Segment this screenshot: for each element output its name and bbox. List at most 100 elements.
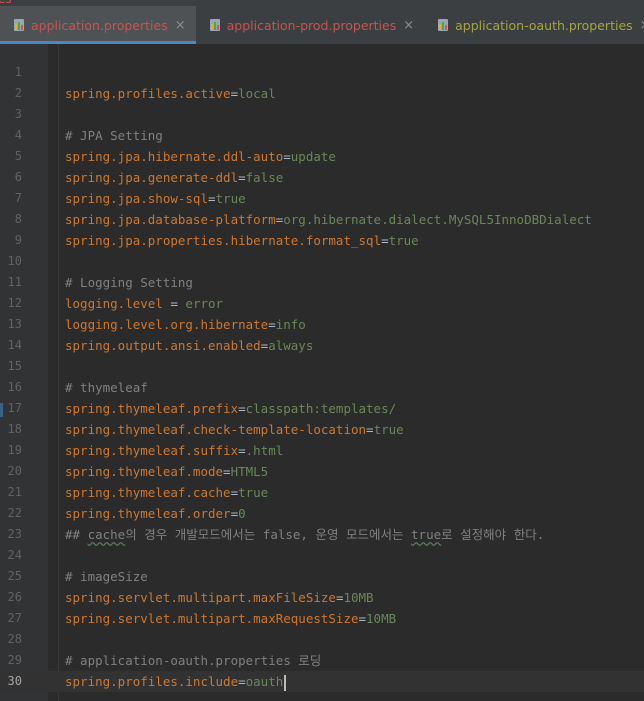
property-separator: = (238, 674, 246, 689)
code-line[interactable]: 27 spring.servlet.multipart.maxRequestSiz… (0, 608, 644, 629)
line-content[interactable]: # JPA Setting (65, 125, 163, 146)
line-content[interactable]: # imageSize (65, 566, 148, 587)
property-value: true (373, 422, 404, 437)
tab-3[interactable]: application-oauth.properties × (424, 6, 644, 44)
property-separator: = (381, 233, 389, 248)
code-line[interactable]: 5 spring.jpa.hibernate.ddl-auto=update (0, 146, 644, 167)
code-line[interactable]: 24 (0, 545, 644, 566)
tab-1[interactable]: application.properties × (0, 6, 196, 44)
code-line[interactable]: 28 (0, 629, 644, 650)
line-number: 30 (0, 671, 22, 692)
line-content[interactable]: spring.thymeleaf.mode=HTML5 (65, 461, 268, 482)
line-content[interactable]: spring.thymeleaf.order=0 (65, 503, 246, 524)
code-line[interactable]: 15 (0, 356, 644, 377)
line-number: 18 (7, 422, 22, 436)
line-number: 21 (7, 485, 22, 499)
code-line[interactable]: 14 spring.output.ansi.enabled=always (0, 335, 644, 356)
comment-text: 의 경우 개발모드에서는 false, 운영 모드에서는 (125, 527, 412, 542)
property-key: spring.jpa.generate-ddl (65, 170, 239, 185)
comment-text: # imageSize (65, 569, 148, 584)
line-content[interactable]: # Logging Setting (65, 272, 193, 293)
line-content[interactable]: spring.profiles.include=oauth (65, 671, 287, 692)
line-number: 11 (7, 275, 22, 289)
code-line[interactable]: 21 spring.thymeleaf.cache=true (0, 482, 644, 503)
line-content[interactable]: spring.servlet.multipart.maxRequestSize=… (65, 608, 396, 629)
line-number: 20 (7, 464, 22, 478)
code-line[interactable]: 1 (0, 62, 644, 83)
code-line[interactable]: 30 spring.profiles.include=oauth (0, 671, 644, 692)
line-content[interactable]: # application-oauth.properties 로딩 (65, 650, 321, 671)
property-separator: = (230, 506, 239, 521)
property-key: spring.jpa.properties.hibernate.format_s… (65, 233, 382, 248)
close-icon[interactable]: × (175, 18, 186, 33)
line-content[interactable]: spring.servlet.multipart.maxFileSize=10M… (65, 587, 374, 608)
property-value: .html (245, 443, 284, 458)
line-content[interactable]: logging.level.org.hibernate=info (65, 314, 306, 335)
code-line[interactable]: 16 # thymeleaf (0, 377, 644, 398)
code-line[interactable]: 17 spring.thymeleaf.prefix=classpath:temp… (0, 398, 644, 419)
code-line[interactable]: 26 spring.servlet.multipart.maxFileSize=1… (0, 587, 644, 608)
property-separator: = (238, 170, 246, 185)
line-content[interactable]: spring.output.ansi.enabled=always (65, 335, 313, 356)
code-line[interactable]: 4 # JPA Setting (0, 125, 644, 146)
property-separator: = (238, 401, 246, 416)
property-value: 10MB (343, 590, 374, 605)
code-line[interactable]: 18 spring.thymeleaf.check-template-locati… (0, 419, 644, 440)
property-value: local (238, 86, 276, 101)
line-content[interactable]: ## cache의 경우 개발모드에서는 false, 운영 모드에서는 tru… (65, 524, 544, 545)
comment-text: # JPA Setting (65, 128, 163, 143)
line-number: 12 (7, 296, 22, 310)
line-content[interactable]: spring.thymeleaf.prefix=classpath:templa… (65, 398, 396, 419)
line-content[interactable]: spring.jpa.properties.hibernate.format_s… (65, 230, 419, 251)
close-icon[interactable]: × (403, 18, 414, 33)
code-line[interactable]: 25 # imageSize (0, 566, 644, 587)
property-value: error (185, 296, 224, 311)
line-content[interactable]: spring.jpa.generate-ddl=false (65, 167, 283, 188)
property-key: spring.servlet.multipart.maxRequestSize (65, 611, 359, 626)
property-value: 10MB (366, 611, 397, 626)
close-icon[interactable]: × (640, 18, 644, 33)
code-line[interactable]: 10 (0, 251, 644, 272)
code-line[interactable]: 8 spring.jpa.database-platform=org.hibern… (0, 209, 644, 230)
property-key: spring.thymeleaf.mode (65, 464, 224, 479)
code-line[interactable]: 22 spring.thymeleaf.order=0 (0, 503, 644, 524)
line-number: 16 (7, 380, 22, 394)
property-key: logging.level (65, 296, 163, 311)
comment-text: # thymeleaf (65, 380, 148, 395)
code-line[interactable]: 11 # Logging Setting (0, 272, 644, 293)
line-content[interactable]: spring.thymeleaf.cache=true (65, 482, 268, 503)
line-number: 1 (14, 65, 22, 79)
line-content[interactable]: spring.jpa.database-platform=org.hiberna… (65, 209, 592, 230)
code-line[interactable]: 9 spring.jpa.properties.hibernate.format_… (0, 230, 644, 251)
code-line[interactable]: 19 spring.thymeleaf.suffix=.html (0, 440, 644, 461)
code-line[interactable]: 29 # application-oauth.properties 로딩 (0, 650, 644, 671)
line-number: 8 (14, 212, 22, 226)
code-line[interactable]: 2 spring.profiles.active=local (0, 83, 644, 104)
line-content[interactable]: spring.thymeleaf.suffix=.html (65, 440, 283, 461)
line-content[interactable]: # thymeleaf (65, 377, 148, 398)
code-line[interactable]: 6 spring.jpa.generate-ddl=false (0, 167, 644, 188)
line-number: 19 (7, 443, 22, 457)
line-number: 29 (7, 653, 22, 667)
tab-2[interactable]: application-prod.properties × (196, 6, 425, 44)
code-line[interactable]: 3 (0, 104, 644, 125)
line-content[interactable]: spring.thymeleaf.check-template-location… (65, 419, 404, 440)
code-line[interactable]: 20 spring.thymeleaf.mode=HTML5 (0, 461, 644, 482)
property-key: spring.jpa.database-platform (65, 212, 276, 227)
code-line[interactable]: 7 spring.jpa.show-sql=true (0, 188, 644, 209)
property-key: spring.thymeleaf.prefix (65, 401, 239, 416)
line-content[interactable]: spring.jpa.show-sql=true (65, 188, 246, 209)
code-line[interactable]: 13 logging.level.org.hibernate=info (0, 314, 644, 335)
property-key: spring.profiles.include (65, 674, 239, 689)
line-content[interactable]: spring.profiles.active=local (65, 83, 276, 104)
line-number: 24 (7, 548, 22, 562)
line-content[interactable]: logging.level = error (65, 293, 223, 314)
code-line[interactable]: 23 ## cache의 경우 개발모드에서는 false, 운영 모드에서는 t… (0, 524, 644, 545)
comment-text: # Logging Setting (65, 275, 193, 290)
comment-typo-word: cache (87, 527, 126, 542)
line-number: 9 (14, 233, 22, 247)
line-number: 26 (7, 590, 22, 604)
line-content[interactable]: spring.jpa.hibernate.ddl-auto=update (65, 146, 336, 167)
comment-text: # application-oauth.properties 로딩 (65, 653, 322, 668)
code-line[interactable]: 12 logging.level = error (0, 293, 644, 314)
